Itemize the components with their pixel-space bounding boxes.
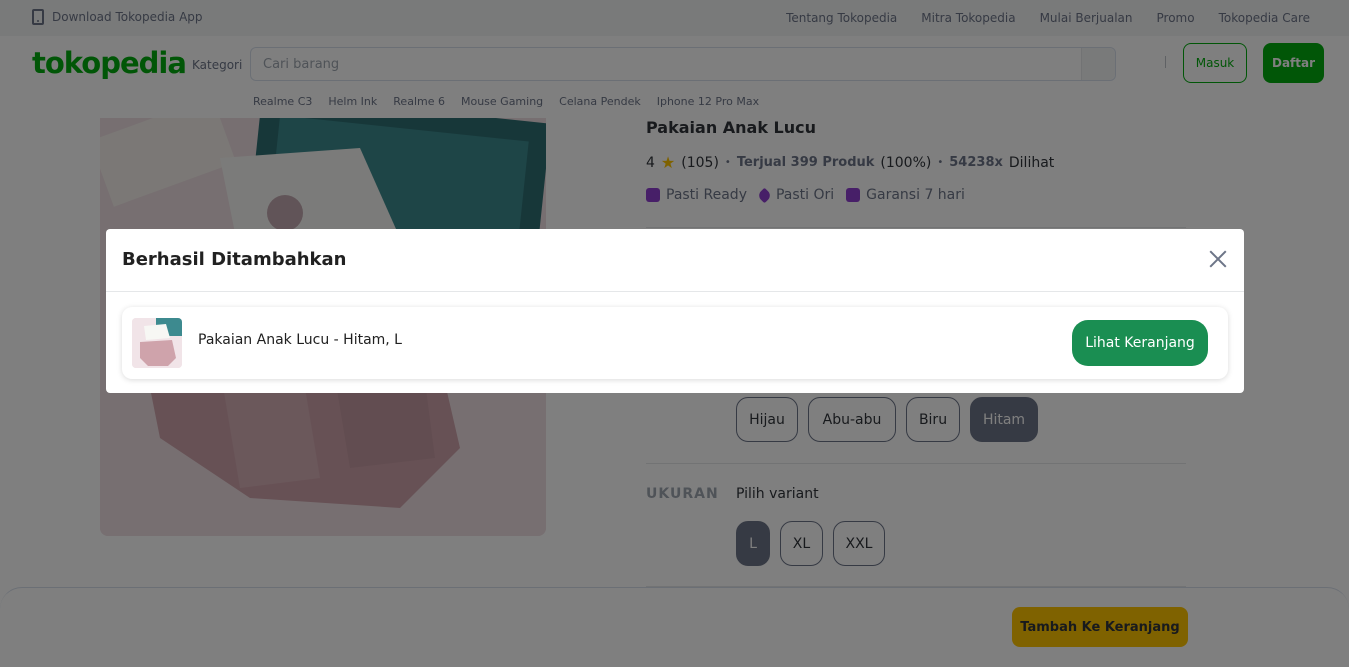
view-cart-button[interactable]: Lihat Keranjang (1072, 320, 1208, 366)
thumbnail-illustration (132, 318, 182, 368)
close-icon[interactable] (1206, 247, 1230, 271)
added-item-card: Pakaian Anak Lucu - Hitam, L Lihat Keran… (122, 307, 1228, 379)
modal-divider (106, 291, 1244, 292)
modal-title: Berhasil Ditambahkan (122, 249, 347, 270)
item-thumbnail (132, 318, 182, 368)
added-item-name: Pakaian Anak Lucu - Hitam, L (198, 332, 402, 348)
added-to-cart-modal: Berhasil Ditambahkan Pakaian Anak Lucu -… (106, 229, 1244, 393)
